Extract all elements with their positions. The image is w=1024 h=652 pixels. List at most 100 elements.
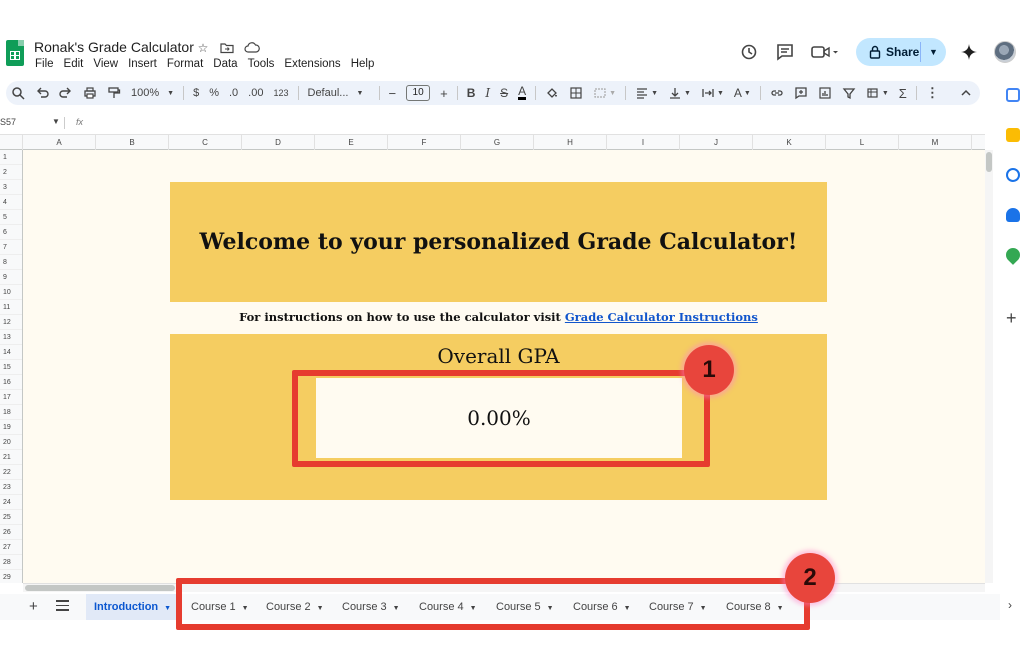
italic-icon[interactable]: I: [480, 81, 495, 105]
row-header[interactable]: 10: [0, 285, 22, 300]
keep-icon[interactable]: [1006, 128, 1020, 142]
functions-icon[interactable]: Σ: [894, 81, 912, 105]
row-header[interactable]: 23: [0, 480, 22, 495]
search-menus-icon[interactable]: [6, 81, 30, 105]
meet-video-icon[interactable]: [808, 39, 842, 65]
vertical-scroll-thumb[interactable]: [986, 152, 992, 172]
number-format-button[interactable]: 123: [268, 81, 293, 105]
cloud-status-icon[interactable]: [244, 41, 260, 55]
gemini-sparkle-icon[interactable]: [956, 39, 982, 65]
row-header[interactable]: 8: [0, 255, 22, 270]
sheets-logo-icon[interactable]: [6, 40, 24, 66]
user-avatar[interactable]: [994, 41, 1016, 63]
font-size-input[interactable]: 10: [401, 81, 435, 105]
tasks-icon[interactable]: [1006, 168, 1020, 182]
horizontal-align-icon[interactable]: ▼: [630, 81, 663, 105]
vertical-scrollbar[interactable]: [985, 150, 993, 583]
column-header[interactable]: I: [607, 135, 680, 150]
row-header[interactable]: 6: [0, 225, 22, 240]
strikethrough-icon[interactable]: S: [495, 81, 513, 105]
row-header[interactable]: 19: [0, 420, 22, 435]
row-header[interactable]: 3: [0, 180, 22, 195]
font-size-increase-icon[interactable]: +: [435, 81, 453, 105]
sheet-grid[interactable]: Welcome to your personalized Grade Calcu…: [23, 150, 985, 583]
column-header[interactable]: F: [388, 135, 461, 150]
menu-format[interactable]: Format: [167, 58, 203, 70]
insert-link-icon[interactable]: [765, 81, 789, 105]
row-header[interactable]: 7: [0, 240, 22, 255]
maps-icon[interactable]: [1003, 245, 1023, 265]
insert-comment-icon[interactable]: [789, 81, 813, 105]
move-folder-icon[interactable]: [220, 41, 234, 55]
column-header[interactable]: H: [534, 135, 607, 150]
collapse-menus-icon[interactable]: [954, 81, 978, 105]
fill-color-icon[interactable]: [540, 81, 564, 105]
row-header[interactable]: 4: [0, 195, 22, 210]
tab-introduction[interactable]: Introduction ▼: [86, 594, 180, 620]
row-header[interactable]: 24: [0, 495, 22, 510]
add-sheet-icon[interactable]: +: [29, 598, 38, 615]
redo-icon[interactable]: [54, 81, 78, 105]
column-header[interactable]: K: [753, 135, 826, 150]
menu-data[interactable]: Data: [213, 58, 237, 70]
all-sheets-icon[interactable]: [56, 600, 69, 611]
row-header[interactable]: 11: [0, 300, 22, 315]
comments-icon[interactable]: [772, 39, 798, 65]
column-header[interactable]: A: [23, 135, 96, 150]
column-header[interactable]: B: [96, 135, 169, 150]
share-button[interactable]: Share ▼: [856, 38, 946, 66]
add-ons-icon[interactable]: +: [1006, 308, 1017, 329]
row-header[interactable]: 15: [0, 360, 22, 375]
row-header[interactable]: 5: [0, 210, 22, 225]
zoom-select[interactable]: 100% ▼: [126, 81, 179, 105]
select-all-corner[interactable]: [0, 135, 23, 150]
horizontal-scroll-thumb[interactable]: [25, 585, 175, 591]
format-currency-button[interactable]: $: [188, 81, 204, 105]
font-size-decrease-icon[interactable]: −: [384, 81, 402, 105]
row-header[interactable]: 28: [0, 555, 22, 570]
text-color-icon[interactable]: A: [513, 81, 531, 105]
merge-cells-icon[interactable]: ▼: [588, 81, 621, 105]
menu-tools[interactable]: Tools: [248, 58, 275, 70]
column-header[interactable]: M: [899, 135, 972, 150]
column-header[interactable]: E: [315, 135, 388, 150]
paint-format-icon[interactable]: [102, 81, 126, 105]
row-header[interactable]: 26: [0, 525, 22, 540]
insert-chart-icon[interactable]: [813, 81, 837, 105]
column-header[interactable]: C: [169, 135, 242, 150]
tab-menu-icon[interactable]: ▼: [164, 605, 171, 612]
row-header[interactable]: 18: [0, 405, 22, 420]
menu-extensions[interactable]: Extensions: [284, 58, 340, 70]
row-header[interactable]: 2: [0, 165, 22, 180]
menu-file[interactable]: File: [35, 58, 54, 70]
text-rotation-icon[interactable]: A ▼: [729, 81, 756, 105]
menu-view[interactable]: View: [93, 58, 118, 70]
row-header[interactable]: 1: [0, 150, 22, 165]
star-icon[interactable]: ☆: [196, 41, 210, 55]
vertical-align-icon[interactable]: ▼: [663, 81, 696, 105]
bold-icon[interactable]: B: [462, 81, 481, 105]
version-history-icon[interactable]: [736, 39, 762, 65]
row-header[interactable]: 21: [0, 450, 22, 465]
name-box-caret-icon[interactable]: ▼: [52, 117, 60, 126]
print-icon[interactable]: [78, 81, 102, 105]
column-header[interactable]: G: [461, 135, 534, 150]
row-header[interactable]: 9: [0, 270, 22, 285]
undo-icon[interactable]: [30, 81, 54, 105]
filter-views-icon[interactable]: ▼: [861, 81, 894, 105]
row-header[interactable]: 16: [0, 375, 22, 390]
borders-icon[interactable]: [564, 81, 588, 105]
column-header[interactable]: D: [242, 135, 315, 150]
name-box[interactable]: S57: [0, 117, 16, 127]
instructions-link[interactable]: Grade Calculator Instructions: [565, 310, 758, 324]
row-header[interactable]: 13: [0, 330, 22, 345]
menu-insert[interactable]: Insert: [128, 58, 157, 70]
row-header[interactable]: 12: [0, 315, 22, 330]
more-options-icon[interactable]: ⋮: [921, 81, 944, 105]
column-header[interactable]: J: [680, 135, 753, 150]
text-wrapping-icon[interactable]: ▼: [696, 81, 729, 105]
column-header[interactable]: L: [826, 135, 899, 150]
decrease-decimal-button[interactable]: .0: [224, 81, 243, 105]
calendar-icon[interactable]: [1006, 88, 1020, 102]
filter-icon[interactable]: [837, 81, 861, 105]
